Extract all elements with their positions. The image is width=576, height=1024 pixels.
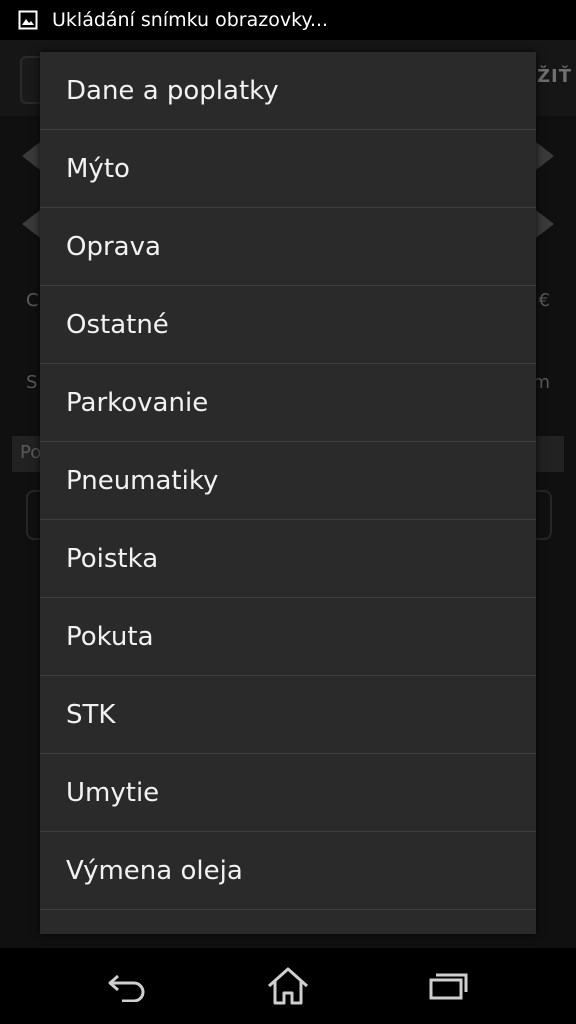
home-icon: [267, 967, 309, 1005]
list-item-label: Parkovanie: [66, 387, 209, 418]
background-left-arrow: [22, 210, 40, 238]
list-item-partial[interactable]: [40, 910, 536, 934]
list-item[interactable]: Pokuta: [40, 598, 536, 676]
background-right-arrow: [536, 210, 554, 238]
background-right-arrow: [536, 142, 554, 170]
list-item[interactable]: Poistka: [40, 520, 536, 598]
list-item-label: Pneumatiky: [66, 465, 219, 496]
category-dropdown-list[interactable]: Dane a poplatky Mýto Oprava Ostatné Park…: [40, 52, 536, 934]
recent-apps-button[interactable]: [413, 960, 483, 1012]
list-item[interactable]: Umytie: [40, 754, 536, 832]
list-item-label: Ostatné: [66, 309, 169, 340]
background-label: S: [26, 372, 38, 393]
recent-apps-icon: [429, 973, 468, 1000]
background-value: €: [538, 290, 550, 311]
list-item-label: Pokuta: [66, 621, 154, 652]
back-icon: [108, 974, 145, 1002]
list-item-label: Poistka: [66, 543, 159, 574]
list-item-label: Oprava: [66, 231, 161, 262]
list-item[interactable]: STK: [40, 676, 536, 754]
background-section-label: Po: [20, 442, 42, 463]
list-item-label: Umytie: [66, 777, 160, 808]
list-item-label: Mýto: [66, 153, 130, 184]
background-label: C: [26, 290, 39, 311]
list-item-label: Dane a poplatky: [66, 75, 279, 106]
navigation-bar: [0, 948, 576, 1024]
status-bar: Ukládání snímku obrazovky...: [0, 0, 576, 40]
list-item[interactable]: Mýto: [40, 130, 536, 208]
screen: Ukládání snímku obrazovky... OŽIŤ C € S …: [0, 0, 576, 1024]
image-icon: [18, 10, 38, 30]
list-item[interactable]: Ostatné: [40, 286, 536, 364]
home-button[interactable]: [253, 960, 323, 1012]
back-button[interactable]: [93, 960, 163, 1012]
status-notification-text: Ukládání snímku obrazovky...: [52, 9, 329, 31]
list-item[interactable]: Parkovanie: [40, 364, 536, 442]
background-left-arrow: [22, 142, 40, 170]
list-item[interactable]: Pneumatiky: [40, 442, 536, 520]
list-item-label: Výmena oleja: [66, 855, 243, 886]
list-item[interactable]: Dane a poplatky: [40, 52, 536, 130]
list-item[interactable]: Oprava: [40, 208, 536, 286]
list-item-label: STK: [66, 699, 116, 730]
list-item[interactable]: Výmena oleja: [40, 832, 536, 910]
